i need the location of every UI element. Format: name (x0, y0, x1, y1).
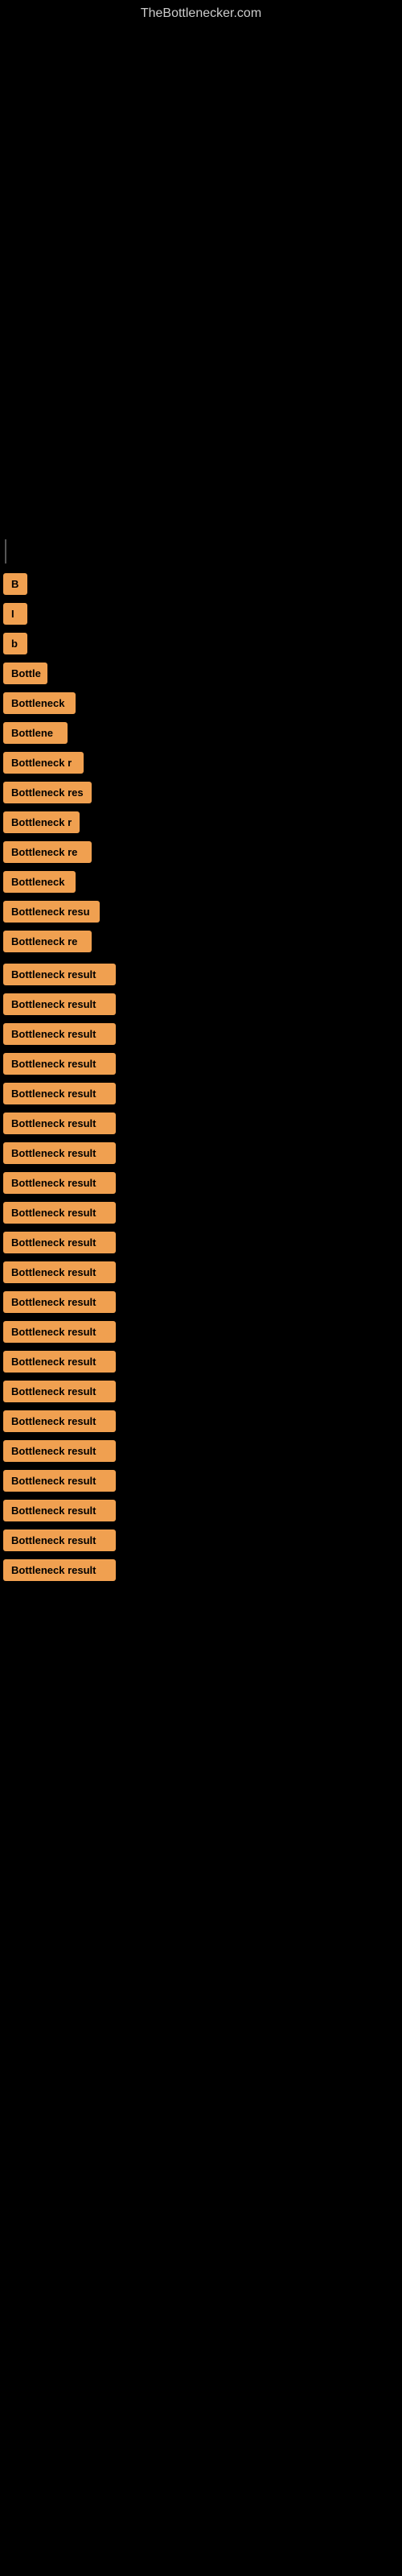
top-spacer (0, 21, 402, 536)
list-item: Bottleneck r (3, 810, 402, 835)
bottleneck-label-p12: Bottleneck resu (3, 901, 100, 923)
list-item: Bottleneck result (3, 1558, 402, 1583)
bottleneck-label-14: Bottleneck result (3, 1351, 116, 1373)
bottleneck-label-11: Bottleneck result (3, 1261, 116, 1283)
list-item: Bottleneck result (3, 1498, 402, 1523)
full-items-section: Bottleneck result Bottleneck result Bottle… (0, 962, 402, 1583)
bottleneck-label-p1: B (3, 573, 27, 595)
list-item: Bottleneck result (3, 1022, 402, 1046)
bottleneck-label-p11: Bottleneck (3, 871, 76, 893)
bottleneck-label-20: Bottleneck result (3, 1530, 116, 1551)
bottleneck-label-6: Bottleneck result (3, 1113, 116, 1134)
list-item: b (3, 631, 402, 656)
bottleneck-label-5: Bottleneck result (3, 1083, 116, 1104)
site-title-container: TheBottlenecker.com (0, 0, 402, 21)
list-item: Bottleneck result (3, 1528, 402, 1553)
list-item: Bottleneck result (3, 1409, 402, 1434)
list-item: Bottleneck result (3, 1141, 402, 1166)
bottleneck-label-10: Bottleneck result (3, 1232, 116, 1253)
bottleneck-label-7: Bottleneck result (3, 1142, 116, 1164)
list-item: Bottleneck resu (3, 899, 402, 924)
bottleneck-label-13: Bottleneck result (3, 1321, 116, 1343)
bottleneck-label-17: Bottleneck result (3, 1440, 116, 1462)
list-item: Bottleneck result (3, 1468, 402, 1493)
bottleneck-label-p13: Bottleneck re (3, 931, 92, 952)
bottleneck-label-p10: Bottleneck re (3, 841, 92, 863)
list-item: Bottleneck (3, 691, 402, 716)
list-item: Bottleneck result (3, 1379, 402, 1404)
list-item: Bottleneck result (3, 1260, 402, 1285)
list-item: Bottleneck result (3, 1439, 402, 1463)
list-item: Bottleneck result (3, 1349, 402, 1374)
partial-items-section: B I b Bottle Bottleneck Bottlene Bottlen… (0, 539, 402, 954)
list-item: Bottleneck result (3, 1200, 402, 1225)
bottleneck-label-p7: Bottleneck r (3, 752, 84, 774)
list-item: B (3, 572, 402, 597)
list-item: Bottleneck result (3, 1081, 402, 1106)
bottleneck-label-p6: Bottlene (3, 722, 68, 744)
list-item: Bottleneck res (3, 780, 402, 805)
bottleneck-label-p2: I (3, 603, 27, 625)
bottleneck-results-list: Bottleneck result Bottleneck result Bottle… (3, 962, 402, 1583)
bottleneck-label-p9: Bottleneck r (3, 811, 80, 833)
list-item: Bottleneck (3, 869, 402, 894)
list-item: I (3, 601, 402, 626)
bottleneck-label-19: Bottleneck result (3, 1500, 116, 1521)
bottleneck-label-8: Bottleneck result (3, 1172, 116, 1194)
bottleneck-label-p8: Bottleneck res (3, 782, 92, 803)
bottleneck-label-2: Bottleneck result (3, 993, 116, 1015)
divider-1 (5, 539, 6, 564)
list-item: Bottlene (3, 720, 402, 745)
bottleneck-label-p3: b (3, 633, 27, 654)
bottleneck-label-9: Bottleneck result (3, 1202, 116, 1224)
bottleneck-label-p5: Bottleneck (3, 692, 76, 714)
list-item: Bottleneck result (3, 992, 402, 1017)
list-item: Bottleneck result (3, 1319, 402, 1344)
bottleneck-label-15: Bottleneck result (3, 1381, 116, 1402)
list-item: Bottle (3, 661, 402, 686)
list-item: Bottleneck result (3, 962, 402, 987)
list-item: Bottleneck result (3, 1290, 402, 1315)
list-item: Bottleneck result (3, 1111, 402, 1136)
bottleneck-label-18: Bottleneck result (3, 1470, 116, 1492)
bottleneck-label-16: Bottleneck result (3, 1410, 116, 1432)
bottleneck-label-4: Bottleneck result (3, 1053, 116, 1075)
list-item: Bottleneck r (3, 750, 402, 775)
site-title: TheBottlenecker.com (141, 0, 261, 28)
bottleneck-label-3: Bottleneck result (3, 1023, 116, 1045)
bottleneck-label-p4: Bottle (3, 663, 47, 684)
bottleneck-label-12: Bottleneck result (3, 1291, 116, 1313)
list-item: Bottleneck result (3, 1230, 402, 1255)
list-item: Bottleneck re (3, 929, 402, 954)
bottleneck-label-1: Bottleneck result (3, 964, 116, 985)
list-item: Bottleneck result (3, 1170, 402, 1195)
list-item: Bottleneck result (3, 1051, 402, 1076)
bottleneck-label-21: Bottleneck result (3, 1559, 116, 1581)
list-item: Bottleneck re (3, 840, 402, 865)
